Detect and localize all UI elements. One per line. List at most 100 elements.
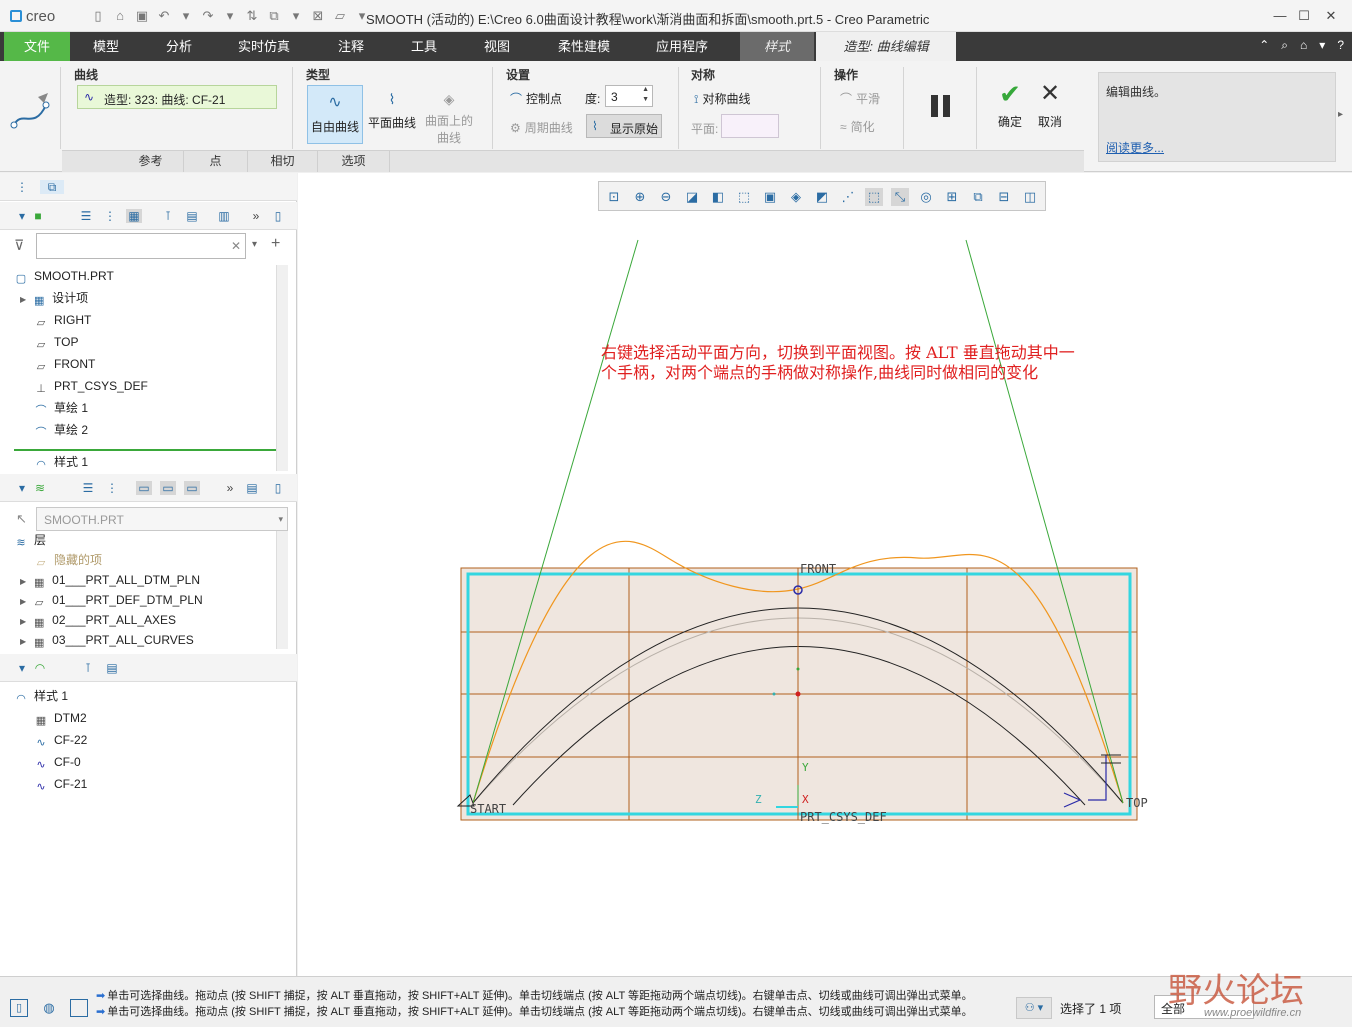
spinner-down-icon[interactable]: ▼ (642, 96, 649, 103)
tab-model[interactable]: 模型 (72, 32, 140, 61)
expand-arrow-icon[interactable]: ▶ (20, 577, 26, 586)
tab-annotate[interactable]: 注释 (312, 32, 390, 61)
expand-arrow-icon[interactable]: ▶ (20, 617, 26, 626)
tab-applications[interactable]: 应用程序 (632, 32, 732, 61)
layer-tree-scrollbar[interactable] (276, 531, 288, 649)
subtab-references[interactable]: 参考 (118, 151, 184, 172)
style-root[interactable]: ◠ 样式 1 (14, 686, 68, 706)
show-original-toggle[interactable]: ⌇ 显示原始 (586, 114, 662, 138)
layer-list-icon[interactable]: ☰ (80, 481, 96, 495)
expand-arrow-icon[interactable]: ▶ (20, 637, 26, 646)
windows-dropdown-icon[interactable]: ▾ (288, 8, 304, 24)
new-file-icon[interactable]: ▯ (90, 8, 106, 24)
tree-item-root[interactable]: ▢ SMOOTH.PRT (14, 266, 114, 286)
help-icon[interactable]: ? (1337, 38, 1344, 53)
tree-item-csys[interactable]: ⊥ PRT_CSYS_DEF (34, 376, 148, 396)
tree-show-icon[interactable]: ▥ (216, 209, 232, 223)
layer-notes-icon[interactable]: ▯ (270, 481, 286, 495)
minimize-button[interactable]: — (1268, 6, 1292, 26)
more-icon[interactable]: » (222, 481, 238, 495)
tree-search-input[interactable]: ✕ (36, 233, 246, 259)
regenerate-icon[interactable]: ⇅ (244, 8, 260, 24)
layer-item-2[interactable]: ▶ ▱ 01___PRT_DEF_DTM_PLN (20, 590, 203, 610)
symmetric-curve-button[interactable]: ⟟ 对称曲线 (694, 90, 750, 107)
control-points-button[interactable]: ⌒ 控制点 (510, 90, 562, 107)
layer-root[interactable]: ≋ 层 (14, 530, 46, 550)
spinner-up-icon[interactable]: ▲ (642, 86, 649, 93)
layer-hide-icon[interactable]: ▭ (160, 481, 176, 495)
collapse-icon[interactable]: ▾ (14, 661, 30, 675)
tab-curve-edit[interactable]: 造型: 曲线编辑 (816, 32, 956, 61)
style-settings-icon[interactable]: ▤ (104, 661, 120, 675)
collapse-icon[interactable]: ▾ (14, 481, 30, 495)
planar-curve-button[interactable]: ⌇ 平面曲线 (364, 85, 420, 144)
smooth-button[interactable]: ⌒ 平滑 (840, 90, 880, 107)
layer-item-4[interactable]: ▶ ▦ 03___PRT_ALL_CURVES (20, 630, 194, 650)
curve-collector[interactable]: ∿ 造型: 323: 曲线: CF-21 (77, 85, 277, 109)
tree-item-sketch-1[interactable]: ⌒ 草绘 1 (34, 398, 89, 418)
maximize-button[interactable]: ☐ (1292, 6, 1316, 26)
fullscreen-icon[interactable] (70, 999, 88, 1017)
windows-icon[interactable]: ⧉ (266, 8, 282, 24)
sketch-icon[interactable]: ▱ (332, 8, 348, 24)
style-item-cf0[interactable]: ∿ CF-0 (34, 752, 80, 772)
subtab-tangent[interactable]: 相切 (248, 151, 318, 172)
expand-arrow-icon[interactable]: ▶ (20, 295, 26, 304)
tree-columns-icon[interactable]: ▦ (126, 209, 142, 223)
close-window-icon[interactable]: ⊠ (310, 8, 326, 24)
model-tree-scrollbar[interactable] (276, 265, 288, 471)
periodic-curve-checkbox[interactable]: ⚙ 周期曲线 (510, 119, 573, 136)
smart-select-icon[interactable]: ⚇ ▾ (1016, 997, 1052, 1019)
layer-new-icon[interactable]: ▭ (136, 481, 152, 495)
community-icon[interactable]: ⌂ (1300, 38, 1307, 53)
tree-expand-icon[interactable]: ⋮ (102, 209, 118, 223)
style-icon[interactable]: ◠ (32, 661, 48, 675)
layer-expand-icon[interactable]: ⋮ (104, 481, 120, 495)
plane-collector[interactable] (721, 114, 779, 138)
tab-style[interactable]: 样式 (740, 32, 814, 61)
add-filter-icon[interactable]: + (271, 235, 280, 253)
undo-dropdown-icon[interactable]: ▾ (178, 8, 194, 24)
free-curve-button[interactable]: ∿ 自由曲线 (307, 85, 363, 144)
tab-flexible-modeling[interactable]: 柔性建模 (538, 32, 630, 61)
tree-item-front[interactable]: ▱ FRONT (34, 354, 96, 374)
tab-tools[interactable]: 工具 (392, 32, 456, 61)
style-item-dtm2[interactable]: ▦ DTM2 (34, 708, 87, 728)
tree-item-sketch-2[interactable]: ⌒ 草绘 2 (34, 420, 89, 440)
tab-view[interactable]: 视图 (458, 32, 536, 61)
simplify-button[interactable]: ≈ 简化 (840, 118, 875, 135)
layers-icon[interactable]: ≋ (32, 481, 48, 495)
save-icon[interactable]: ▣ (134, 8, 150, 24)
expand-arrow-icon[interactable]: ▶ (20, 597, 26, 606)
tree-filter-icon[interactable]: ⊺ (160, 209, 176, 223)
tree-item-design-items[interactable]: ▶ ▦ 设计项 (20, 288, 88, 308)
search-icon[interactable]: ⌕ (1281, 38, 1288, 53)
collapse-icon[interactable]: ▾ (14, 209, 30, 223)
subtab-options[interactable]: 选项 (318, 151, 390, 172)
help-panel-arrow-icon[interactable]: ▸ (1338, 109, 1343, 120)
graphics-window[interactable]: ⊡ ⊕ ⊖ ◪ ◧ ⬚ ▣ ◈ ◩ ⋰ ⬚ ⤡ ◎ ⊞ ⧉ ⊟ ◫ FRONT … (298, 173, 1352, 976)
ok-button[interactable]: ✔ 确定 (990, 79, 1030, 131)
more-icon[interactable]: » (248, 209, 264, 223)
layer-item-3[interactable]: ▶ ▦ 02___PRT_ALL_AXES (20, 610, 176, 630)
tree-list-icon[interactable]: ☰ (78, 209, 94, 223)
model-tree-tab-icon[interactable]: ⋮ (14, 180, 30, 194)
style-item-cf22[interactable]: ∿ CF-22 (34, 730, 87, 750)
redo-dropdown-icon[interactable]: ▾ (222, 8, 238, 24)
search-clear-icon[interactable]: ✕ (231, 239, 241, 253)
curve-on-surface-button[interactable]: ◈ 曲面上的 曲线 (421, 85, 477, 145)
degree-spinner[interactable]: 3 ▲ ▼ (605, 85, 653, 107)
style-filter-icon[interactable]: ⊺ (80, 661, 96, 675)
tree-item-right[interactable]: ▱ RIGHT (34, 310, 92, 330)
tree-item-style-1[interactable]: ◠ 样式 1 (34, 455, 88, 467)
layer-props-icon[interactable]: ▤ (244, 481, 260, 495)
tree-item-top[interactable]: ▱ TOP (34, 332, 79, 352)
redo-icon[interactable]: ↷ (200, 8, 216, 24)
undo-icon[interactable]: ↶ (156, 8, 172, 24)
help-read-more-link[interactable]: 阅读更多... (1106, 139, 1164, 156)
layer-tab-icon[interactable]: ⧉ (40, 180, 64, 194)
search-dropdown-icon[interactable]: ▾ (252, 239, 257, 250)
ribbon-collapse-icon[interactable]: ⌃ (1259, 38, 1269, 53)
tab-simulation[interactable]: 实时仿真 (218, 32, 310, 61)
layer-item-1[interactable]: ▶ ▦ 01___PRT_ALL_DTM_PLN (20, 570, 200, 590)
